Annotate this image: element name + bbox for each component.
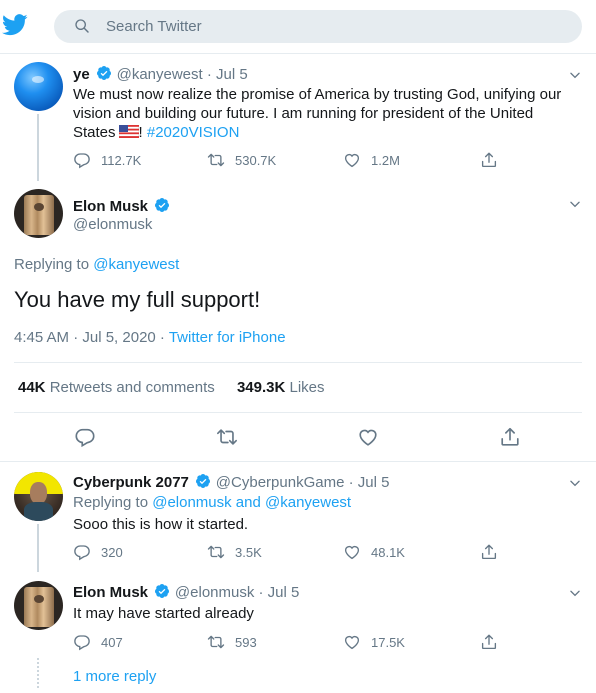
- replying-to: Replying to @kanyewest: [14, 256, 180, 273]
- share-icon: [480, 543, 498, 561]
- reply-button[interactable]: 112.7K: [73, 151, 141, 169]
- author-name[interactable]: Elon Musk: [73, 584, 148, 601]
- thread-line-dotted: [37, 658, 39, 688]
- reply-icon: [73, 151, 91, 169]
- tweet-text: Sooo this is how it started.: [73, 516, 249, 533]
- tweet-header: Cyberpunk 2077 @CyberpunkGame · Jul 5: [73, 473, 389, 492]
- retweet-button[interactable]: 3.5K: [207, 543, 262, 561]
- author-name[interactable]: Cyberpunk 2077: [73, 474, 189, 491]
- share-button[interactable]: [480, 633, 508, 651]
- reply-button[interactable]: 407: [73, 633, 123, 651]
- twitter-logo-icon[interactable]: [2, 13, 28, 37]
- author-name[interactable]: Elon Musk: [73, 198, 148, 215]
- reply-icon: [73, 543, 91, 561]
- search-bar[interactable]: Search Twitter: [54, 10, 582, 43]
- avatar[interactable]: [14, 581, 63, 630]
- reply-button[interactable]: 320: [73, 543, 123, 561]
- tweet-stats: 44K Retweets and comments 349.3K Likes: [18, 379, 325, 396]
- like-button[interactable]: 48.1K: [343, 543, 405, 561]
- author-handle[interactable]: @elonmusk: [73, 216, 152, 233]
- tweet-text: You have my full support!: [14, 287, 261, 312]
- tweet-header: Elon Musk: [73, 197, 170, 216]
- verified-icon: [154, 197, 170, 213]
- author-handle[interactable]: @elonmusk · Jul 5: [175, 584, 299, 601]
- replying-to-link[interactable]: @elonmusk and @kanyewest: [152, 494, 351, 511]
- verified-icon: [154, 583, 170, 599]
- verified-icon: [96, 65, 112, 81]
- retweet-button[interactable]: 530.7K: [207, 151, 276, 169]
- chevron-down-icon[interactable]: [568, 586, 582, 600]
- likes-stat[interactable]: 349.3K Likes: [237, 379, 325, 396]
- chevron-down-icon[interactable]: [568, 68, 582, 82]
- thread-line: [37, 114, 39, 181]
- like-button[interactable]: 17.5K: [343, 633, 405, 651]
- like-icon[interactable]: [357, 426, 379, 448]
- more-replies-link[interactable]: 1 more reply: [73, 668, 156, 685]
- tweet-ye[interactable]: ye @kanyewest · Jul 5 We must now realiz…: [0, 54, 596, 181]
- replying-to: Replying to @elonmusk and @kanyewest: [73, 494, 352, 511]
- tweet-text: We must now realize the promise of Ameri…: [73, 86, 562, 141]
- reply-tweet-elon[interactable]: Elon Musk @elonmusk · Jul 5 It may have …: [0, 572, 596, 693]
- reply-icon: [73, 633, 91, 651]
- share-icon: [480, 633, 498, 651]
- replying-to-link[interactable]: @kanyewest: [93, 256, 179, 273]
- us-flag-icon: [118, 125, 139, 138]
- avatar[interactable]: [14, 472, 63, 521]
- retweet-icon: [207, 151, 225, 169]
- search-icon: [75, 19, 89, 33]
- tweet-header: Elon Musk @elonmusk · Jul 5: [73, 583, 299, 602]
- like-icon: [343, 543, 361, 561]
- tweet-timestamp: 4:45 AM · Jul 5, 2020 · Twitter for iPho…: [14, 329, 286, 346]
- like-icon: [343, 633, 361, 651]
- retweet-icon: [207, 543, 225, 561]
- reply-icon[interactable]: [74, 426, 96, 448]
- chevron-down-icon[interactable]: [568, 197, 582, 211]
- share-button[interactable]: [480, 151, 508, 169]
- author-handle[interactable]: @CyberpunkGame · Jul 5: [216, 474, 390, 491]
- thread-line: [37, 524, 39, 572]
- hashtag-link[interactable]: #2020VISION: [147, 124, 240, 141]
- avatar[interactable]: [14, 62, 63, 111]
- divider: [14, 412, 582, 413]
- top-bar: Search Twitter: [0, 0, 596, 54]
- share-icon[interactable]: [499, 426, 521, 448]
- tweet-text: It may have started already: [73, 605, 254, 622]
- chevron-down-icon[interactable]: [568, 476, 582, 490]
- divider: [14, 362, 582, 363]
- retweet-icon: [207, 633, 225, 651]
- retweets-stat[interactable]: 44K Retweets and comments: [18, 379, 215, 396]
- retweet-button[interactable]: 593: [207, 633, 257, 651]
- tweet-header: ye @kanyewest · Jul 5: [73, 65, 248, 84]
- like-button[interactable]: 1.2M: [343, 151, 400, 169]
- reply-tweet-cyberpunk[interactable]: Cyberpunk 2077 @CyberpunkGame · Jul 5 Re…: [0, 462, 596, 572]
- verified-icon: [195, 473, 211, 489]
- like-icon: [343, 151, 361, 169]
- share-icon: [480, 151, 498, 169]
- retweet-icon[interactable]: [216, 426, 238, 448]
- main-tweet: Elon Musk @elonmusk Replying to @kanyewe…: [0, 181, 596, 461]
- author-handle[interactable]: @kanyewest · Jul 5: [117, 66, 248, 83]
- avatar[interactable]: [14, 189, 63, 238]
- author-name[interactable]: ye: [73, 66, 90, 83]
- share-button[interactable]: [480, 543, 508, 561]
- search-input[interactable]: Search Twitter: [106, 18, 202, 35]
- source-link[interactable]: Twitter for iPhone: [169, 329, 286, 346]
